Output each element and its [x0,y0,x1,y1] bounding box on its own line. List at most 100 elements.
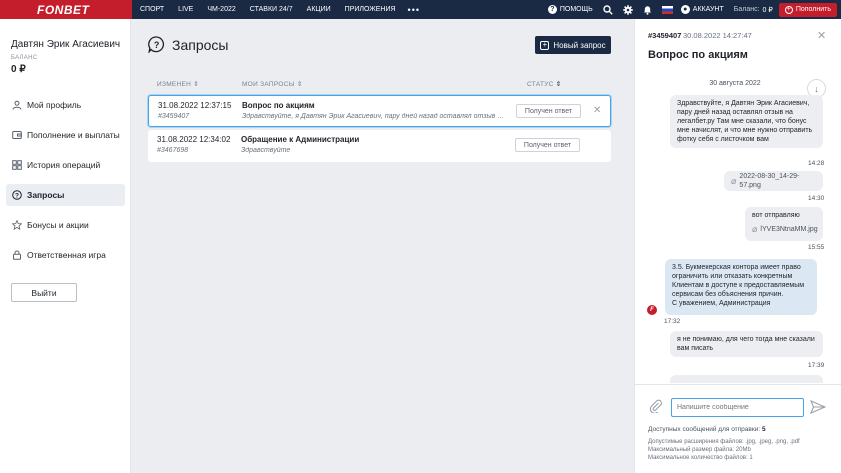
top-bar: FONBET СПОРТ LIVE ЧМ-2022 СТАВКИ 24/7 АК… [0,0,841,19]
message-time: 14:28 [808,160,825,167]
help-label: ПОМОЩЬ [559,6,593,13]
logout-button[interactable]: Выйти [11,283,77,302]
more-icon[interactable]: ••• [408,5,420,15]
sidebar-item-label: Мой профиль [27,100,82,110]
available-label: Доступных сообщений для отправки: [648,426,761,433]
column-header-status[interactable]: СТАТУС ⇕ [527,80,562,88]
request-subject: Обращение к Администрации [241,135,360,144]
bell-icon[interactable] [643,5,652,15]
close-icon[interactable]: ✕ [593,105,601,116]
top-right-controls: ? ПОМОЩЬ ● АККАУНТ Баланс: 0 ₽ + Пополни… [547,0,841,19]
sidebar-item-label: История операций [27,160,101,170]
new-request-label: Новый запрос [553,40,606,50]
admin-avatar-icon: F [647,305,657,315]
paperclip-icon: ⌀ [752,224,758,234]
sidebar-item-bonuses[interactable]: Бонусы и акции [6,214,125,236]
sidebar-item-label: Пополнение и выплаты [27,130,120,140]
account-icon: ● [680,5,690,14]
nav-live[interactable]: LIVE [178,6,193,13]
chat-request-id: #3459407 [648,31,682,40]
sidebar-item-profile[interactable]: Мой профиль [6,94,125,116]
chat-title: Вопрос по акциям [648,49,748,61]
user-name: Давтян Эрик Агасиевич [11,39,121,50]
chat-date: 30.08.2022 14:27:47 [683,31,752,40]
sidebar-item-requests[interactable]: ? Запросы [6,184,125,206]
main-nav: СПОРТ LIVE ЧМ-2022 СТАВКИ 24/7 АКЦИИ ПРИ… [132,0,420,19]
sidebar-item-payments[interactable]: Пополнение и выплаты [6,124,125,146]
nav-promo[interactable]: АКЦИИ [307,6,331,13]
message-signature: С уважением, Администрация [672,300,771,307]
chat-divider [635,384,841,385]
status-badge: Получен ответ [515,138,580,152]
account-link[interactable]: ● АККАУНТ [680,5,724,14]
page-header: ? Запросы [148,36,228,53]
gear-icon[interactable] [622,4,633,15]
message-time: 17:32 [664,318,681,325]
sort-icon: ⇕ [193,81,200,88]
search-icon[interactable] [603,4,613,15]
topup-button[interactable]: + Пополнить [778,2,837,17]
balance-value: 0 ₽ [762,6,773,14]
request-date: 31.08.2022 12:37:15 [158,101,232,110]
message-bubble: я не понимаю, для чего тогда мне сказали… [670,331,823,357]
attachment-name: lYVE3NtnaMM.jpg [760,226,818,233]
paperclip-icon[interactable] [649,399,663,416]
message-text: я не понимаю, для чего тогда мне сказали… [677,336,815,352]
attachment-name: 2022-08-30_14-29-57.png [739,173,800,189]
page-title: Запросы [172,36,229,53]
hint-extensions: Допустимые расширения файлов: .jpg, .jpe… [648,439,800,445]
message-bubble: ⌀ 2022-08-30_14-29-57.png [724,171,823,191]
message-bubble: вот отправляю ⌀ lYVE3NtnaMM.jpg [745,207,823,241]
help-link[interactable]: ? ПОМОЩЬ [547,5,593,14]
column-header-changed[interactable]: ИЗМЕНЕН ⇕ [157,80,199,88]
new-request-button[interactable]: + Новый запрос [535,36,611,54]
balance-label: Баланс: [733,6,760,13]
attachment-link[interactable]: ⌀ 2022-08-30_14-29-57.png [731,172,816,190]
attachment-link[interactable]: ⌀ lYVE3NtnaMM.jpg [752,224,818,234]
message-bubble-partial [670,375,823,383]
nav-sport[interactable]: СПОРТ [140,6,164,13]
send-icon[interactable] [809,399,827,417]
sidebar-item-label: Запросы [27,190,65,200]
nav-bets-247[interactable]: СТАВКИ 24/7 [250,6,293,13]
request-preview: Здравствуйте, я Давтян Эрик Агасиевич, п… [242,113,505,120]
sidebar-item-label: Бонусы и акции [27,220,89,230]
available-count: 5 [761,426,766,433]
message-time: 17:39 [808,362,825,369]
paperclip-icon: ⌀ [731,175,737,186]
request-subject: Вопрос по акциям [242,101,315,110]
help-icon: ? [547,5,557,14]
sidebar-item-label: Ответственная игра [27,250,106,260]
table-row[interactable]: 31.08.2022 12:34:02 #3467698 Обращение к… [148,130,611,162]
language-flag-icon[interactable] [661,5,673,14]
chat-panel: #3459407 30.08.2022 14:27:47 ✕ Вопрос по… [634,19,841,473]
question-bubble-icon: ? [148,36,165,53]
plus-icon: + [784,5,793,14]
close-icon[interactable]: ✕ [817,29,826,42]
message-bubble: 3.5. Букмекерская контора имеет право ог… [665,259,817,315]
wallet-icon [12,131,22,139]
table-row[interactable]: 31.08.2022 12:37:15 #3459407 Вопрос по а… [148,95,611,127]
message-text: 3.5. Букмекерская контора имеет право ог… [672,264,805,298]
nav-wc2022[interactable]: ЧМ-2022 [207,6,235,13]
nav-apps[interactable]: ПРИЛОЖЕНИЯ [345,6,396,13]
request-id: #3459407 [158,113,190,120]
sort-active-icon: ⇕ [555,81,562,88]
request-date: 31.08.2022 12:34:02 [157,135,231,144]
svg-text:?: ? [154,40,160,50]
message-input[interactable] [671,398,804,417]
message-text: вот отправляю [752,212,800,219]
day-separator: 30 августа 2022 [709,80,761,87]
user-icon [12,100,22,110]
sidebar-item-history[interactable]: История операций [6,154,125,176]
grid-icon [12,160,22,170]
fonbet-logo[interactable]: FONBET [0,0,132,19]
account-label: АККАУНТ [692,6,724,13]
star-icon [12,220,22,230]
sidebar-item-responsible-gaming[interactable]: Ответственная игра [6,244,125,266]
message-bubble: Здравствуйте, я Давтян Эрик Агасиевич, п… [670,95,823,148]
svg-text:?: ? [15,192,19,199]
column-header-my-requests[interactable]: МОИ ЗАПРОСЫ ⇕ [242,80,303,88]
request-id: #3467698 [157,147,189,154]
message-text: Здравствуйте, я Давтян Эрик Агасиевич, п… [677,100,813,143]
